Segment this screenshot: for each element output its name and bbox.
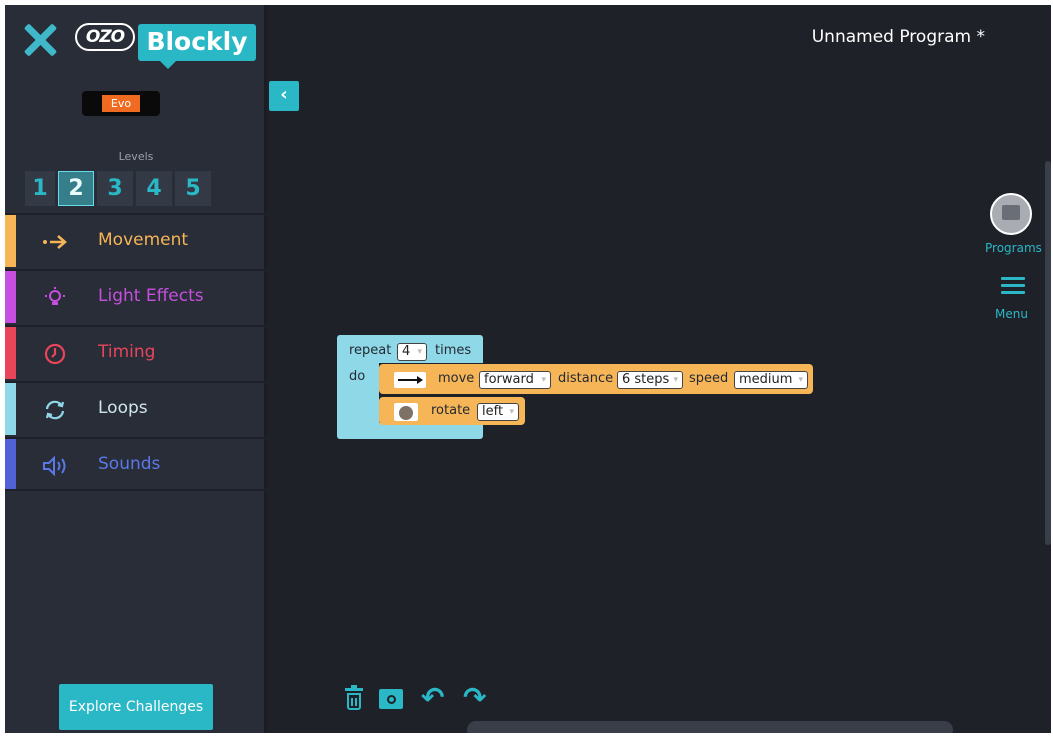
category-sounds[interactable]: Sounds	[5, 437, 267, 491]
distance-dropdown[interactable]: 6 steps	[617, 371, 683, 389]
category-light-effects[interactable]: Light Effects	[5, 269, 267, 323]
category-loops[interactable]: Loops	[5, 381, 267, 435]
category-label: Loops	[98, 398, 148, 418]
trash-icon[interactable]	[345, 685, 363, 711]
category-color-bar	[5, 439, 16, 489]
redo-icon[interactable]: ↷	[463, 684, 489, 712]
level-2-button[interactable]: 2	[58, 171, 94, 206]
category-color-bar	[5, 327, 16, 379]
do-label: do	[349, 369, 366, 384]
loop-icon	[41, 396, 69, 424]
distance-label: distance	[558, 371, 614, 386]
close-icon[interactable]	[23, 23, 57, 57]
repeat-label: repeat	[349, 343, 392, 358]
blockly-logo: Blockly	[138, 24, 256, 69]
category-color-bar	[5, 215, 16, 267]
undo-icon[interactable]: ↶	[421, 684, 447, 712]
speed-label: speed	[689, 371, 729, 386]
category-color-bar	[5, 383, 16, 435]
vertical-scrollbar[interactable]	[1045, 161, 1051, 545]
rotate-label: rotate	[431, 403, 471, 418]
bulb-icon	[41, 284, 69, 312]
program-title[interactable]: Unnamed Program *	[812, 27, 985, 47]
menu-icon[interactable]	[1001, 277, 1025, 295]
repeat-count-dropdown[interactable]: 4	[397, 343, 427, 361]
explore-challenges-button[interactable]: Explore Challenges	[59, 684, 213, 730]
level-selector: 1 2 3 4 5	[25, 171, 211, 206]
category-movement[interactable]: Movement	[5, 213, 267, 267]
menu-label[interactable]: Menu	[995, 307, 1028, 321]
screenshot-icon[interactable]	[379, 685, 403, 711]
programs-label[interactable]: Programs	[985, 241, 1042, 255]
category-label: Timing	[98, 342, 156, 362]
programs-icon[interactable]	[990, 193, 1032, 235]
arrow-icon	[41, 228, 69, 256]
horizontal-scrollbar[interactable]	[467, 721, 953, 733]
robot-badge-label: Evo	[102, 95, 140, 112]
chevron-left-icon: ‹	[280, 84, 288, 105]
move-block[interactable]: move forward distance 6 steps speed medi…	[379, 364, 813, 394]
app-window: OZO Blockly Evo Levels 1 2 3 4 5 Movemen…	[5, 5, 1051, 733]
rotate-icon	[394, 403, 418, 421]
robot-badge[interactable]: Evo	[82, 91, 160, 116]
collapse-sidebar-button[interactable]: ‹	[269, 81, 299, 111]
level-4-button[interactable]: 4	[136, 171, 172, 206]
direction-dropdown[interactable]: forward	[479, 371, 551, 389]
rotate-direction-dropdown[interactable]: left	[477, 403, 519, 421]
level-1-button[interactable]: 1	[25, 171, 55, 206]
category-timing[interactable]: Timing	[5, 325, 267, 379]
ozo-logo: OZO	[75, 23, 135, 51]
move-label: move	[438, 371, 475, 386]
category-color-bar	[5, 271, 16, 323]
speaker-icon	[41, 452, 69, 480]
category-label: Light Effects	[98, 286, 204, 306]
speed-dropdown[interactable]: medium	[734, 371, 808, 389]
move-arrow-icon	[394, 372, 426, 388]
times-label: times	[435, 343, 472, 358]
clock-icon	[41, 340, 69, 368]
levels-label: Levels	[118, 150, 154, 163]
sidebar: OZO Blockly Evo Levels 1 2 3 4 5 Movemen…	[5, 5, 267, 733]
level-5-button[interactable]: 5	[175, 171, 211, 206]
rotate-block[interactable]: rotate left	[379, 397, 525, 425]
category-label: Sounds	[98, 454, 161, 474]
category-label: Movement	[98, 230, 189, 250]
level-3-button[interactable]: 3	[97, 171, 133, 206]
